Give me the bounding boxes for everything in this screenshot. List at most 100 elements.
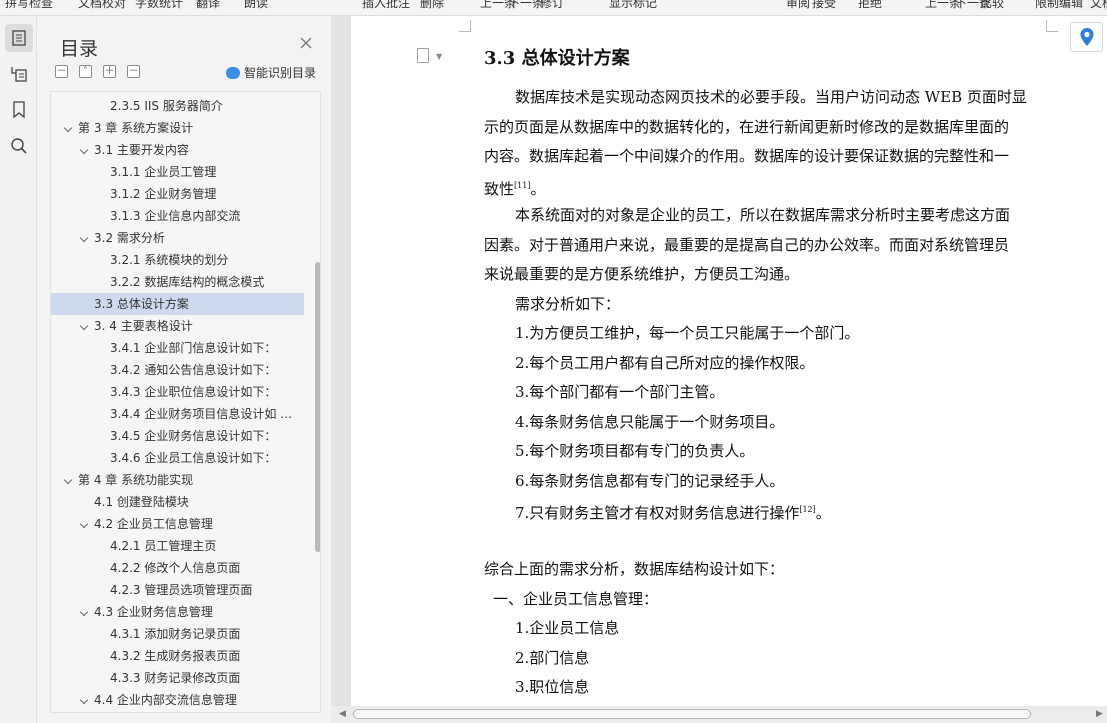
- toc-item[interactable]: 3.4.2 通知公告信息设计如下：: [51, 359, 304, 381]
- side-rail: [0, 16, 37, 723]
- toolbar-item[interactable]: 审阅: [786, 0, 810, 11]
- add-heading-button[interactable]: ＋: [103, 65, 116, 78]
- toc-item[interactable]: 4.2.3 管理员选项管理页面: [51, 579, 304, 601]
- paragraph-line: 1.企业员工信息: [515, 618, 619, 638]
- toc-item[interactable]: 3.3 总体设计方案: [51, 293, 304, 315]
- toc-item[interactable]: 3.2.1 系统模块的划分: [51, 249, 304, 271]
- toc-item-label: 3.2 需求分析: [94, 231, 165, 245]
- toc-title: 目录: [60, 38, 99, 60]
- toolbar-item[interactable]: 接受: [812, 0, 836, 11]
- toolbar-item[interactable]: 比较: [980, 0, 1004, 11]
- toc-item[interactable]: 3.4.6 企业员工信息设计如下：: [51, 447, 304, 469]
- document-page: ▼ 3.3 总体设计方案 数据库技术是实现动态网页技术的必要手段。当用户访问动态…: [351, 16, 1107, 708]
- line-text: 数据库技术是实现动态网页技术的必要手段。当用户访问动态 WEB 页面时显: [515, 88, 1027, 106]
- toolbar-item[interactable]: 文档校对: [78, 0, 126, 11]
- level-up-button[interactable]: ˄: [79, 65, 92, 78]
- toc-item-label: 4.2 企业员工信息管理: [94, 517, 213, 531]
- horizontal-scrollbar[interactable]: ◀ ▶: [331, 706, 1107, 723]
- toc-item-label: 4.1 创建登陆模块: [94, 495, 189, 509]
- toolbar-item[interactable]: 删除: [420, 0, 444, 11]
- toolbar-item[interactable]: 字数统计: [135, 0, 183, 11]
- close-icon[interactable]: [299, 36, 313, 50]
- toc-item[interactable]: 4.2.2 修改个人信息页面: [51, 557, 304, 579]
- toc-item[interactable]: 3. 4 主要表格设计: [51, 315, 304, 337]
- toc-item[interactable]: 3.1.1 企业员工管理: [51, 161, 304, 183]
- toolbar-item[interactable]: 下一条: [508, 0, 544, 11]
- chevron-down-icon[interactable]: [63, 123, 73, 133]
- panel-splitter[interactable]: [331, 16, 351, 723]
- toc-item[interactable]: 4.3.1 添加财务记录页面: [51, 623, 304, 645]
- toc-item[interactable]: 第 3 章 系统方案设计: [51, 117, 304, 139]
- toc-item-label: 3.1.1 企业员工管理: [110, 165, 217, 179]
- paragraph-line: 7.只有财务主管才有权对财务信息进行操作[12]。: [515, 500, 831, 523]
- scroll-right-icon[interactable]: ▶: [1096, 709, 1103, 719]
- toc-item-label: 3.4.5 企业财务信息设计如下：: [110, 429, 277, 443]
- toc-scrollbar[interactable]: [315, 262, 320, 552]
- toc-panel-button[interactable]: [5, 24, 33, 52]
- chevron-down-icon[interactable]: [79, 145, 89, 155]
- toolbar-item[interactable]: 修订: [540, 0, 564, 11]
- toc-item[interactable]: 4.3.3 财务记录修改页面: [51, 667, 304, 689]
- line-text: 本系统面对的对象是企业的员工，所以在数据库需求分析时主要考虑这方面: [515, 206, 1011, 224]
- line-text: 综合上面的需求分析，数据库结构设计如下：: [484, 560, 785, 578]
- paragraph-icon[interactable]: [417, 48, 429, 63]
- toolbar-item[interactable]: 拼写检查: [5, 0, 53, 11]
- citation-ref[interactable]: [11]: [514, 181, 530, 190]
- line-tail: 。: [530, 179, 546, 198]
- search-button[interactable]: [5, 132, 33, 160]
- toc-item-label: 第 3 章 系统方案设计: [78, 121, 194, 135]
- toolbar-item[interactable]: 插入批注: [362, 0, 410, 11]
- bookmark-button[interactable]: [5, 96, 33, 124]
- chevron-down-icon[interactable]: [63, 475, 73, 485]
- toc-item-label: 第 4 章 系统功能实现: [78, 473, 194, 487]
- chevron-down-icon[interactable]: [79, 519, 89, 529]
- toc-item[interactable]: 4.2.1 员工管理主页: [51, 535, 304, 557]
- toc-item-label: 4.3.2 生成财务报表页面: [110, 649, 241, 663]
- line-text: 2.部门信息: [515, 648, 590, 667]
- toc-item[interactable]: 第 4 章 系统功能实现: [51, 469, 304, 491]
- smart-toc-button[interactable]: 智能识别目录: [226, 64, 316, 81]
- paragraph-line: 数据库技术是实现动态网页技术的必要手段。当用户访问动态 WEB 页面时显: [515, 87, 1027, 107]
- toc-item[interactable]: 4.4 企业内部交流信息管理: [51, 689, 304, 711]
- toc-item[interactable]: 3.1.3 企业信息内部交流: [51, 205, 304, 227]
- location-pin-icon: [1080, 28, 1093, 46]
- toolbar-item[interactable]: 朗读: [244, 0, 268, 11]
- chevron-down-icon[interactable]: [79, 233, 89, 243]
- chapter-nav-button[interactable]: [5, 60, 33, 88]
- toc-item[interactable]: 3.2.2 数据库结构的概念模式: [51, 271, 304, 293]
- toolbar-item[interactable]: 拒绝: [858, 0, 882, 11]
- toc-item[interactable]: 3.1 主要开发内容: [51, 139, 304, 161]
- toc-item[interactable]: 4.3 企业财务信息管理: [51, 601, 304, 623]
- toc-item[interactable]: 3.4.4 企业财务项目信息设计如 …: [51, 403, 304, 425]
- toc-item[interactable]: 4.2 企业员工信息管理: [51, 513, 304, 535]
- toc-item-label: 3.4.3 企业职位信息设计如下：: [110, 385, 277, 399]
- chevron-down-icon[interactable]: [79, 607, 89, 617]
- remove-heading-button[interactable]: －: [127, 65, 140, 78]
- paragraph-line: 需求分析如下：: [515, 294, 620, 314]
- chevron-down-icon[interactable]: [79, 695, 89, 705]
- toolbar-item[interactable]: 翻译: [196, 0, 220, 11]
- toc-item[interactable]: 3.4.1 企业部门信息设计如下：: [51, 337, 304, 359]
- scroll-thumb[interactable]: [353, 709, 1031, 719]
- toolbar-item[interactable]: 文档权限: [1090, 0, 1107, 11]
- toc-item[interactable]: 3.4.3 企业职位信息设计如下：: [51, 381, 304, 403]
- citation-ref[interactable]: [12]: [799, 505, 815, 514]
- line-text: 7.只有财务主管才有权对财务信息进行操作: [515, 504, 800, 522]
- toolbar-item[interactable]: 显示标记: [609, 0, 657, 11]
- toc-item-label: 3. 4 主要表格设计: [94, 319, 193, 333]
- toc-item[interactable]: 4.1 创建登陆模块: [51, 491, 304, 513]
- toc-item[interactable]: 3.4.5 企业财务信息设计如下：: [51, 425, 304, 447]
- toolbar-item[interactable]: 限制编辑: [1035, 0, 1083, 11]
- toc-item[interactable]: 2.3.5 IIS 服务器简介: [51, 95, 304, 117]
- collapse-all-button[interactable]: －: [55, 65, 68, 78]
- chevron-down-icon[interactable]: ▼: [436, 52, 442, 61]
- location-pin-button[interactable]: [1070, 22, 1103, 52]
- toc-item[interactable]: 3.2 需求分析: [51, 227, 304, 249]
- paragraph-line: 因素。对于普通用户来说，最重要的是提高自己的办公效率。而面对系统管理员: [484, 235, 1009, 255]
- chevron-down-icon[interactable]: [79, 321, 89, 331]
- paragraph-line: 内容。数据库起着一个中间媒介的作用。数据库的设计要保证数据的完整性和一: [484, 146, 1009, 166]
- paragraph-line: 致性[11]。: [484, 176, 545, 199]
- toc-item[interactable]: 4.3.2 生成财务报表页面: [51, 645, 304, 667]
- toc-item[interactable]: 3.1.2 企业财务管理: [51, 183, 304, 205]
- scroll-left-icon[interactable]: ◀: [339, 709, 346, 719]
